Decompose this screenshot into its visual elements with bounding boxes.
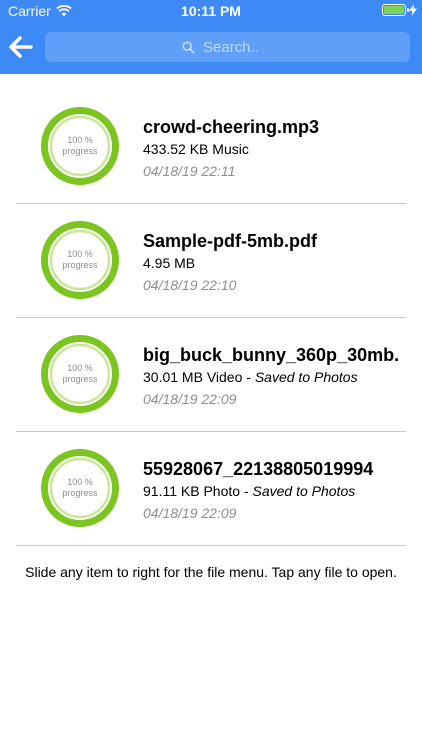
search-bar[interactable] bbox=[45, 32, 410, 62]
saved-status: Saved to Photos bbox=[252, 483, 356, 499]
back-button[interactable] bbox=[8, 34, 34, 60]
progress-readout: 100 % progress bbox=[40, 448, 120, 528]
hint-text: Slide any item to right for the file men… bbox=[25, 564, 397, 580]
file-name: Sample-pdf-5mb.pdf bbox=[143, 231, 317, 251]
file-item[interactable]: 100 % progress 55928067_22138805019994 9… bbox=[16, 432, 406, 546]
battery-icon bbox=[382, 4, 409, 16]
file-type: Music bbox=[212, 141, 249, 157]
file-info: 433.52 KB Music bbox=[143, 141, 406, 157]
file-name: crowd-cheering.mp3 bbox=[143, 117, 320, 137]
file-type: Photo bbox=[203, 483, 241, 499]
progress-percent: 100 % bbox=[67, 249, 93, 259]
file-size: 433.52 KB bbox=[143, 141, 209, 157]
progress-percent: 100 % bbox=[67, 477, 93, 487]
file-info: 30.01 MB Video - Saved to Photos bbox=[143, 369, 358, 385]
file-type: Video bbox=[206, 369, 243, 385]
progress-percent: 100 % bbox=[67, 363, 93, 373]
file-date: 04/18/19 22:11 bbox=[143, 163, 236, 179]
file-name: big_buck_bunny_360p_30mb. bbox=[143, 345, 400, 365]
file-size: 91.11 KB bbox=[143, 483, 200, 499]
battery-indicator bbox=[382, 4, 417, 16]
status-bar: Carrier 10:11 PM bbox=[0, 0, 422, 22]
header: Carrier 10:11 PM bbox=[0, 0, 422, 74]
file-name: 55928067_22138805019994 bbox=[143, 459, 374, 479]
status-time: 10:11 PM bbox=[181, 3, 241, 19]
search-icon bbox=[182, 40, 195, 54]
progress-label: progress bbox=[62, 146, 98, 156]
file-info: 91.11 KB Photo - Saved to Photos bbox=[143, 483, 356, 499]
progress-readout: 100 % progress bbox=[40, 106, 120, 186]
progress-label: progress bbox=[62, 260, 98, 270]
file-item[interactable]: 100 % progress Sample-pdf-5mb.pdf 4.95 M… bbox=[16, 204, 406, 318]
file-info: 4.95 MB bbox=[143, 255, 406, 271]
search-input[interactable] bbox=[203, 38, 273, 56]
bolt-icon bbox=[409, 4, 417, 16]
file-item[interactable]: 100 % progress big_buck_bunny_360p_30mb.… bbox=[16, 318, 406, 432]
progress-percent: 100 % bbox=[67, 135, 93, 145]
file-list: 100 % progress crowd-cheering.mp3 433.52… bbox=[16, 90, 406, 546]
progress-label: progress bbox=[62, 374, 98, 384]
file-size: 4.95 MB bbox=[143, 255, 196, 271]
file-item[interactable]: 100 % progress crowd-cheering.mp3 433.52… bbox=[16, 90, 406, 204]
file-size: 30.01 MB bbox=[143, 369, 203, 385]
saved-status: Saved to Photos bbox=[254, 369, 358, 385]
progress-readout: 100 % progress bbox=[40, 220, 120, 300]
file-date: 04/18/19 22:10 bbox=[143, 277, 237, 293]
progress-readout: 100 % progress bbox=[40, 334, 120, 414]
file-date: 04/18/19 22:09 bbox=[143, 505, 237, 521]
file-date: 04/18/19 22:09 bbox=[143, 391, 237, 407]
progress-label: progress bbox=[62, 488, 98, 498]
arrow-left-icon bbox=[9, 36, 33, 58]
